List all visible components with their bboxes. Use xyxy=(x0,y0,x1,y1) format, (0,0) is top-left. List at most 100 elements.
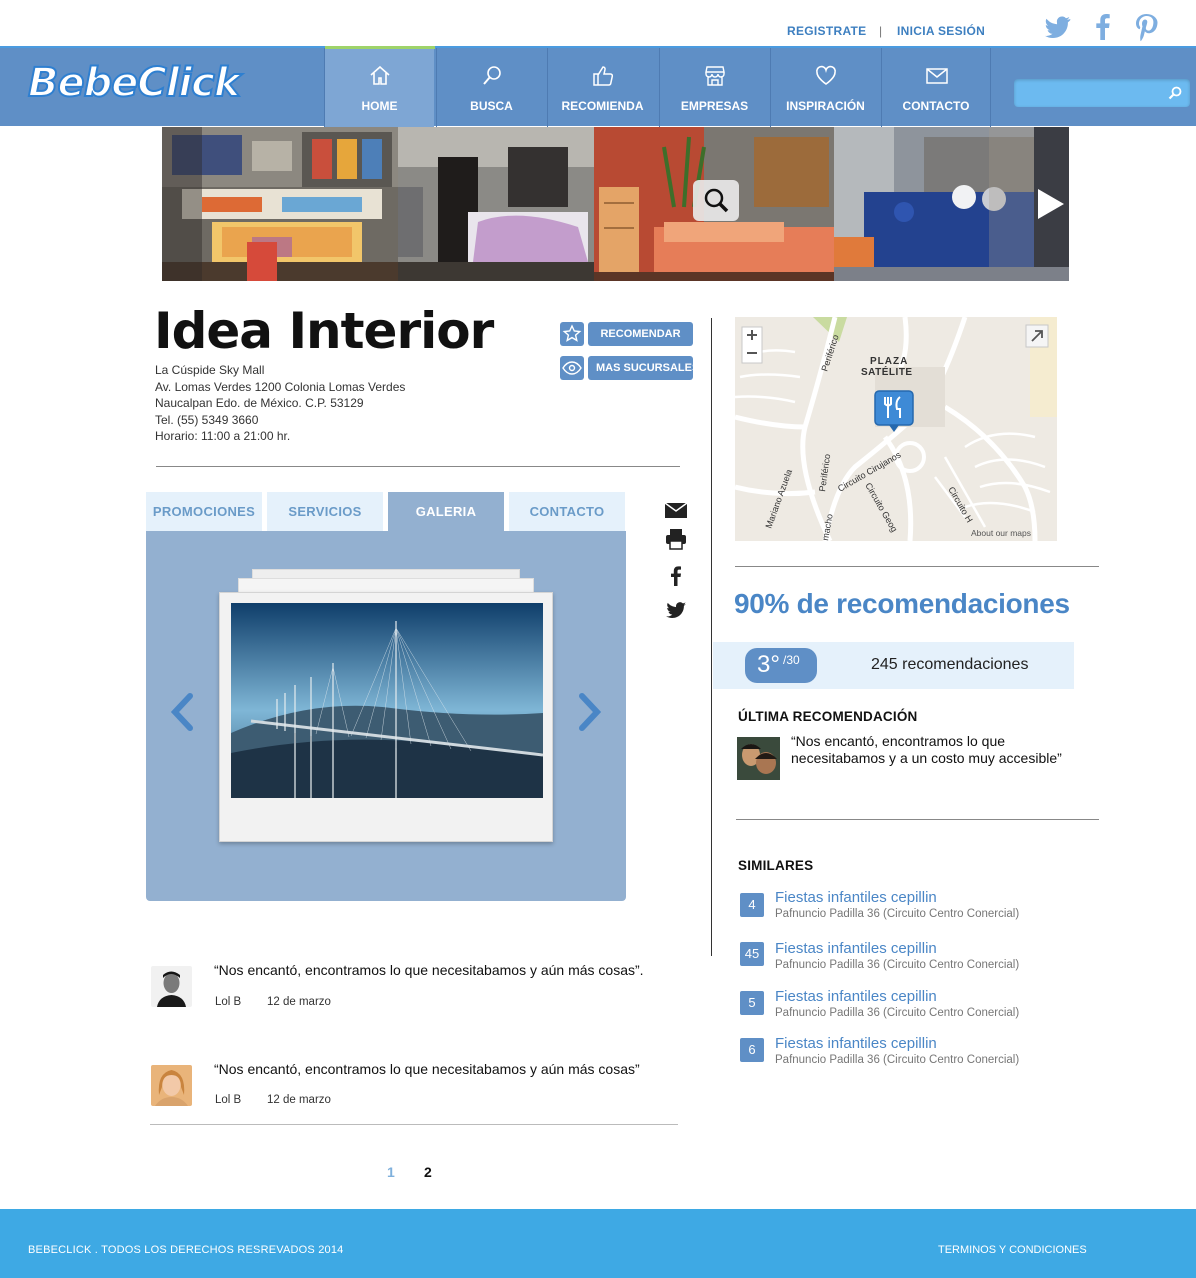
similar-title-link[interactable]: Fiestas infantiles cepillin xyxy=(775,1035,937,1052)
twitter-icon[interactable] xyxy=(1043,12,1073,42)
login-link[interactable]: INICIA SESIÓN xyxy=(897,24,985,38)
mail-icon xyxy=(926,68,948,84)
twitter-share-icon[interactable] xyxy=(664,598,688,622)
recommendation-percentage: 90% de recomendaciones xyxy=(734,588,1070,619)
tab-contacto[interactable]: CONTACTO xyxy=(509,492,625,531)
gallery-photo-bridge[interactable] xyxy=(231,603,543,798)
nav-contacto[interactable]: CONTACTO xyxy=(881,48,991,128)
home-icon xyxy=(370,65,390,85)
nav-inspiracion-label: INSPIRACIÓN xyxy=(786,99,865,113)
hero-banner xyxy=(162,127,1069,281)
email-share-icon[interactable] xyxy=(664,498,688,522)
search-input[interactable] xyxy=(1014,79,1162,107)
nav-recomienda[interactable]: RECOMIENDA xyxy=(547,48,657,128)
heart-icon xyxy=(816,65,836,85)
banner-photo-bedroom-blue xyxy=(834,127,1069,281)
nav-empresas-label: EMPRESAS xyxy=(680,99,749,113)
store-icon xyxy=(705,66,725,86)
similar-address: Pafnuncio Padilla 36 (Circuito Centro Co… xyxy=(775,1007,1020,1019)
main-navbar: BebeClick HOME BUSCA RECOMIENDA EMPRESAS… xyxy=(0,46,1196,128)
similar-rank: 4 xyxy=(740,893,764,917)
nav-busca[interactable]: BUSCA xyxy=(436,48,546,128)
nav-home-label: HOME xyxy=(361,99,398,113)
nav-empresas[interactable]: EMPRESAS xyxy=(659,48,769,128)
gallery-panel xyxy=(146,531,626,901)
similar-rank: 5 xyxy=(740,991,764,1015)
similar-rank: 6 xyxy=(740,1038,764,1062)
thumbs-up-icon xyxy=(593,66,614,86)
footer: BEBECLICK . TODOS LOS DERECHOS RESREVADO… xyxy=(0,1209,1196,1278)
magnifier-icon[interactable] xyxy=(1168,86,1182,100)
nav-home-stripe xyxy=(325,46,435,49)
review-date: 12 de marzo xyxy=(267,1094,331,1106)
phone-line: Tel. (55) 5349 3660 xyxy=(155,412,259,427)
address-line: La Cúspide Sky Mall xyxy=(155,363,265,377)
footer-copyright: BEBECLICK . TODOS LOS DERECHOS RESREVADO… xyxy=(28,1244,344,1256)
gallery-photo-frame xyxy=(219,592,553,842)
gallery-prev-arrow-icon[interactable] xyxy=(170,693,196,731)
similar-title-link[interactable]: Fiestas infantiles cepillin xyxy=(775,889,937,906)
rank-position: 3° xyxy=(757,651,780,678)
eye-icon xyxy=(562,361,582,375)
map-label-satelite: SATÉLITE xyxy=(861,365,913,378)
page-1-link[interactable]: 1 xyxy=(387,1164,395,1180)
divider xyxy=(736,819,1099,820)
more-branches-label: MAS SUCURSALES xyxy=(588,356,699,380)
similar-title-link[interactable]: Fiestas infantiles cepillin xyxy=(775,988,937,1005)
recommend-label: RECOMENDAR xyxy=(588,322,693,346)
gallery-next-arrow-icon[interactable] xyxy=(576,693,602,731)
bebeclick-logo[interactable]: BebeClick xyxy=(27,59,241,107)
star-icon-box xyxy=(560,322,584,346)
review-text: “Nos encantó, encontramos lo que necesit… xyxy=(214,1061,640,1077)
column-divider xyxy=(711,318,712,956)
tab-servicios[interactable]: SERVICIOS xyxy=(267,492,383,531)
rank-badge: 3° /30 xyxy=(745,648,817,683)
nav-busca-label: BUSCA xyxy=(470,99,513,113)
similar-heading: SIMILARES xyxy=(738,858,814,873)
more-branches-button[interactable]: MAS SUCURSALES xyxy=(560,356,699,380)
address-line: Naucalpan Edo. de México. C.P. 53129 xyxy=(155,396,364,410)
banner-photo-bedroom-purple xyxy=(398,127,594,281)
banner-photo-showroom xyxy=(162,127,398,281)
similar-address: Pafnuncio Padilla 36 (Circuito Centro Co… xyxy=(775,959,1020,971)
terms-link[interactable]: TERMINOS Y CONDICIONES xyxy=(938,1244,1087,1256)
review-author: Lol B xyxy=(215,1094,242,1106)
rank-total: /30 xyxy=(783,653,800,667)
search-icon xyxy=(483,66,501,85)
nav-contacto-label: CONTACTO xyxy=(902,99,970,113)
register-link[interactable]: REGISTRATE xyxy=(787,24,866,38)
top-links-separator: | xyxy=(879,24,883,38)
last-recommendation-text: “Nos encantó, encontramos lo que necesit… xyxy=(791,733,1062,766)
recommendation-count: 245 recomendaciones xyxy=(871,656,1029,673)
divider xyxy=(150,1124,678,1125)
zoom-icon[interactable] xyxy=(693,180,739,221)
nav-recomienda-label: RECOMIENDA xyxy=(561,99,644,113)
tab-promociones[interactable]: PROMOCIONES xyxy=(146,492,262,531)
business-name: Idea Interior xyxy=(154,302,494,360)
avatar xyxy=(151,1065,192,1106)
page-2-link[interactable]: 2 xyxy=(424,1164,432,1180)
business-address: La Cúspide Sky Mall Av. Lomas Verdes 120… xyxy=(155,362,405,445)
location-map[interactable]: PLAZA SATÉLITE Periférico Periférico Cir… xyxy=(735,317,1057,541)
last-recommendation-heading: ÚLTIMA RECOMENDACIÓN xyxy=(738,709,918,724)
facebook-share-icon[interactable] xyxy=(664,564,688,588)
nav-inspiracion[interactable]: INSPIRACIÓN xyxy=(770,48,880,128)
review-author: Lol B xyxy=(215,996,242,1008)
divider xyxy=(156,466,680,467)
review-text: “Nos encantó, encontramos lo que necesit… xyxy=(214,962,644,978)
facebook-icon[interactable] xyxy=(1088,12,1118,42)
similar-title-link[interactable]: Fiestas infantiles cepillin xyxy=(775,940,937,957)
similar-rank: 45 xyxy=(740,942,764,966)
pinterest-icon[interactable] xyxy=(1131,12,1161,42)
nav-home[interactable]: HOME xyxy=(324,46,435,128)
address-line: Av. Lomas Verdes 1200 Colonia Lomas Verd… xyxy=(155,379,406,394)
review-date: 12 de marzo xyxy=(267,996,331,1008)
avatar xyxy=(737,737,780,780)
eye-icon-box xyxy=(560,356,584,380)
ranking-bar: 3° /30 245 recomendaciones xyxy=(713,642,1074,689)
map-label-plaza: PLAZA xyxy=(870,356,908,367)
tab-galeria[interactable]: GALERIA xyxy=(388,492,504,531)
print-icon[interactable] xyxy=(664,527,688,551)
banner-next-arrow-icon[interactable] xyxy=(1036,188,1066,220)
recommend-button[interactable]: RECOMENDAR xyxy=(560,322,694,346)
